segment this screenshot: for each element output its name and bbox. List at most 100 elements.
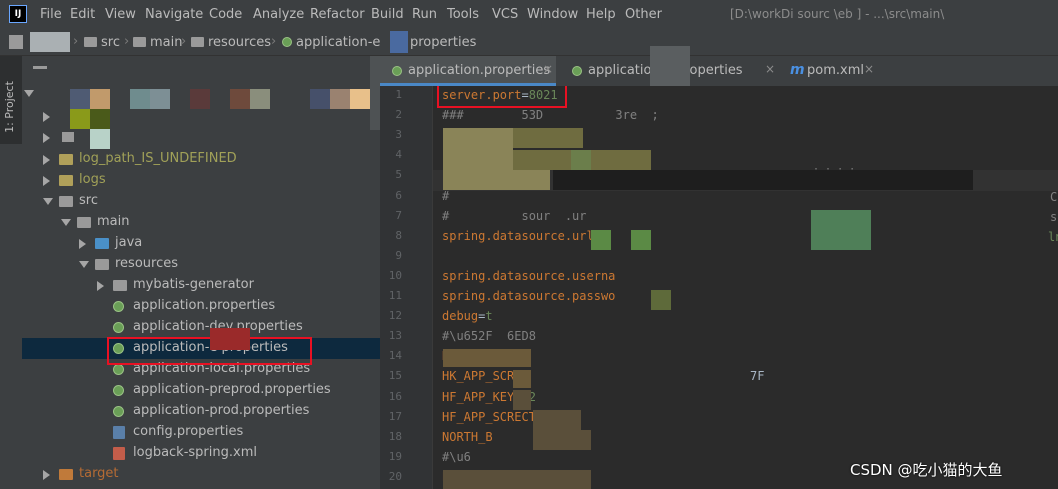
tab-application-properties[interactable]: application.properties × <box>380 56 556 86</box>
redacted-block <box>70 109 90 129</box>
tree-item[interactable]: application-dev.properties <box>22 317 380 338</box>
collapse-arrow-icon[interactable] <box>43 198 53 205</box>
folder-icon <box>133 36 146 47</box>
redacted-block <box>571 150 591 170</box>
menu-analyze[interactable]: Analyze <box>253 7 304 22</box>
right-edge-text: C <box>1050 190 1058 204</box>
tree-item[interactable]: logback-spring.xml <box>22 443 380 464</box>
code-editor[interactable]: server.port=8021### 53D 3re ;jjj## sour … <box>433 86 1058 489</box>
tree-item[interactable]: application-preprod.properties <box>22 380 380 401</box>
collapse-icon[interactable] <box>33 66 47 69</box>
tree-item[interactable]: src <box>22 191 380 212</box>
folder-icon <box>95 259 109 270</box>
spring-leaf-icon <box>113 406 124 417</box>
code-line: HK_APP_SCR <box>442 369 515 384</box>
expand-arrow-icon[interactable] <box>43 176 50 186</box>
tree-item[interactable]: main <box>22 212 380 233</box>
menu-view[interactable]: View <box>105 7 136 22</box>
tree-item[interactable]: target <box>22 464 380 485</box>
menu-refactor[interactable]: Refactor <box>310 7 365 22</box>
tree-item-label: application-prod.properties <box>133 403 310 418</box>
redacted-block <box>443 349 531 367</box>
tab-close-icon[interactable]: × <box>864 62 874 76</box>
redacted-block <box>90 129 110 149</box>
tab-application-4-properties[interactable]: application 4.properties × <box>560 46 782 89</box>
tree-item-label: main <box>97 214 130 229</box>
menu-run[interactable]: Run <box>412 7 437 22</box>
collapse-arrow-icon[interactable] <box>79 261 89 268</box>
menu-code[interactable]: Code <box>209 7 242 22</box>
expand-arrow-icon[interactable] <box>43 133 50 143</box>
line-number: 12 <box>388 309 402 323</box>
redacted-block <box>513 370 531 388</box>
tree-item[interactable]: application-prod.properties <box>22 401 380 422</box>
menu-vcs[interactable]: VCS <box>492 7 518 22</box>
property-key: debug <box>442 309 479 324</box>
expand-arrow-icon[interactable] <box>24 90 34 97</box>
menu-tools[interactable]: Tools <box>447 7 479 22</box>
intellij-logo-icon: IJ <box>9 5 27 23</box>
redacted-block <box>443 128 513 170</box>
folder-icon <box>59 175 73 186</box>
expand-arrow-icon[interactable] <box>43 112 50 122</box>
breadcrumb-main[interactable]: main <box>133 35 182 50</box>
menu-help[interactable]: Help <box>586 7 616 22</box>
project-scrollbar[interactable] <box>370 56 380 130</box>
redacted-block <box>513 390 531 410</box>
line-number: 13 <box>388 329 402 343</box>
tree-item[interactable]: resources <box>22 254 380 275</box>
spring-leaf-icon <box>113 301 124 312</box>
tree-item[interactable]: mybatis-generator <box>22 275 380 296</box>
expand-arrow-icon[interactable] <box>43 155 50 165</box>
property-key: HF_APP_SCRECT <box>442 409 536 424</box>
expand-arrow-icon[interactable] <box>79 239 86 249</box>
redacted-block <box>350 89 370 109</box>
tree-item[interactable]: logs <box>22 170 380 191</box>
tree-item[interactable]: application.properties <box>22 296 380 317</box>
breadcrumb-src[interactable]: src <box>84 35 120 50</box>
redacted-block <box>210 328 250 350</box>
menu-file[interactable]: File <box>40 7 62 22</box>
tree-item[interactable]: config.properties <box>22 422 380 443</box>
code-line: spring.datasource.userna <box>442 268 616 283</box>
project-folder-icon <box>9 35 23 49</box>
redacted-block <box>90 109 110 129</box>
redacted-block <box>650 46 690 89</box>
menu-navigate[interactable]: Navigate <box>145 7 203 22</box>
redacted-block <box>330 89 350 109</box>
line-number: 20 <box>388 469 402 483</box>
menu-edit[interactable]: Edit <box>70 7 95 22</box>
tab-pom-xml[interactable]: m pom.xml × <box>782 56 878 86</box>
expand-arrow-icon[interactable] <box>43 470 50 480</box>
line-number: 17 <box>388 409 402 423</box>
tab-close-icon[interactable]: × <box>765 62 775 76</box>
menu-window[interactable]: Window <box>527 7 578 22</box>
spring-leaf-icon <box>113 385 124 396</box>
line-number: 3 <box>395 128 402 142</box>
folder-icon <box>59 154 73 165</box>
source-folder-icon <box>95 238 109 249</box>
breadcrumb-resources[interactable]: resources <box>191 35 271 50</box>
tree-item-label: logback-spring.xml <box>133 445 257 460</box>
maven-icon: m <box>790 62 805 78</box>
right-edge-text: ln <box>1048 230 1058 244</box>
line-number: 16 <box>388 389 402 403</box>
tree-item[interactable]: log_path_IS_UNDEFINED <box>22 149 380 170</box>
code-line: spring.datasource.passwo <box>442 289 616 303</box>
breadcrumb-separator: › <box>271 34 277 49</box>
breadcrumb-file[interactable]: application-e <box>282 35 380 50</box>
menu-other[interactable]: Other <box>625 7 662 22</box>
code-line: spring.datasource.url <box>442 228 594 243</box>
tab-close-icon[interactable]: × <box>543 62 553 76</box>
spring-leaf-icon <box>392 66 402 76</box>
tree-item[interactable]: java <box>22 233 380 254</box>
expand-arrow-icon[interactable] <box>97 281 104 291</box>
code-line: # sour .ur <box>442 208 587 223</box>
menu-build[interactable]: Build <box>371 7 404 22</box>
line-number-gutter: 1 2 3 4 5 6 7 8 9 10 11 12 13 14 15 16 17 18 19 20 <box>380 86 433 489</box>
inline-comment-fragment: · · · · <box>813 164 856 175</box>
code-line: NORTH_B <box>442 429 493 444</box>
collapse-arrow-icon[interactable] <box>61 219 71 226</box>
tree-item-label: log_path_IS_UNDEFINED <box>79 151 237 166</box>
redacted-block <box>631 230 651 250</box>
